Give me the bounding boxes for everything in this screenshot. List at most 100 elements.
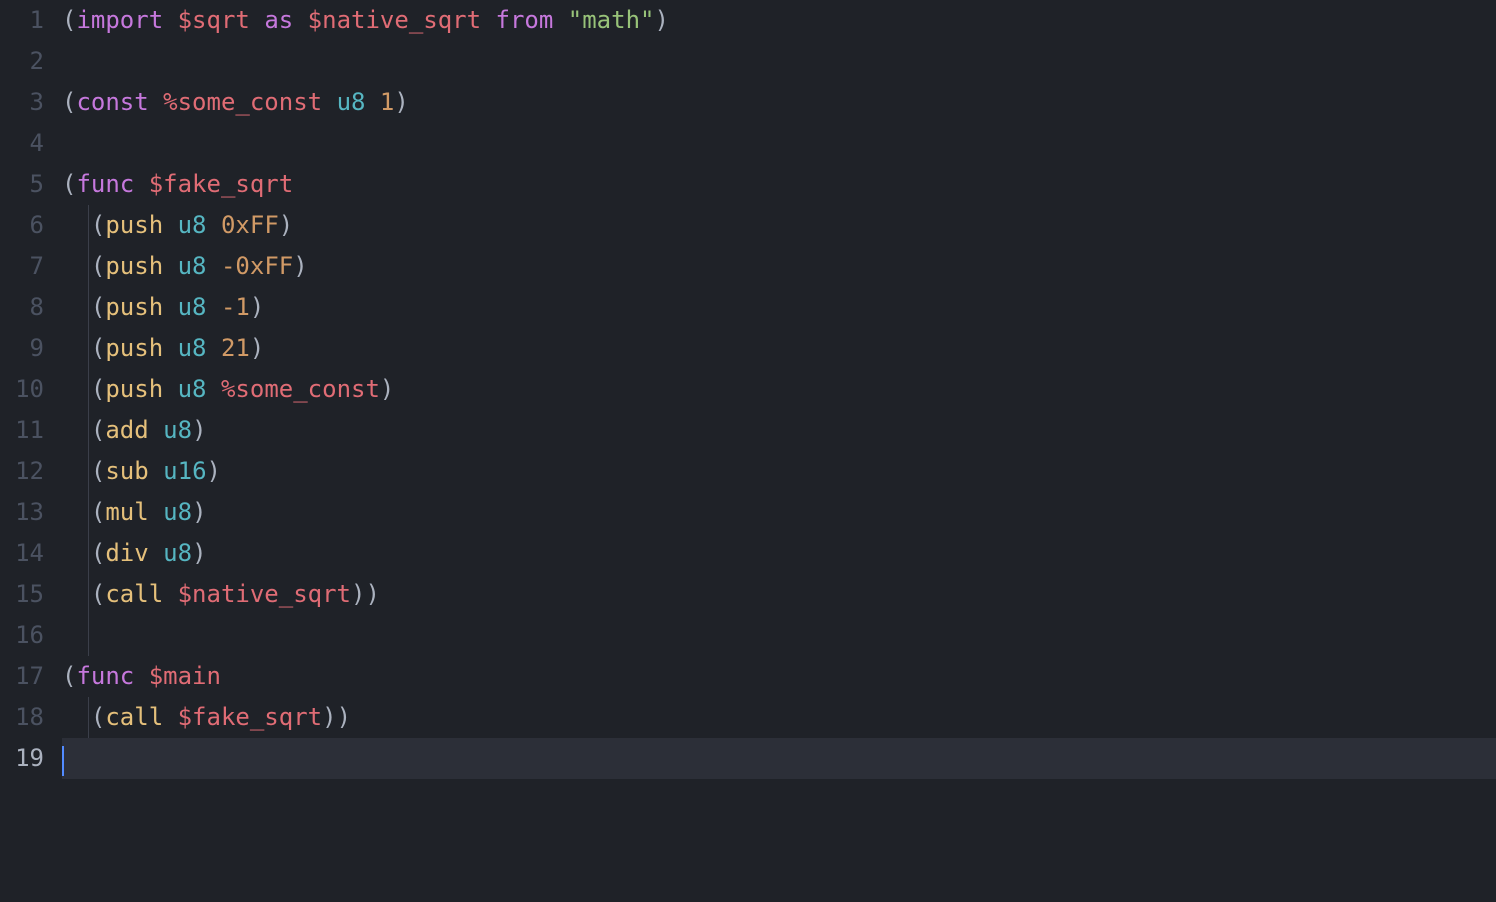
token	[163, 334, 177, 362]
line-number: 3	[0, 82, 44, 123]
indent-guide	[88, 615, 89, 656]
code-line[interactable]	[62, 738, 1496, 779]
token: (	[62, 6, 76, 34]
code-line[interactable]: (call $native_sqrt))	[62, 574, 1496, 615]
code-line[interactable]: (push u8 %some_const)	[62, 369, 1496, 410]
line-number: 12	[0, 451, 44, 492]
text-cursor	[62, 746, 64, 776]
token	[62, 498, 91, 526]
code-line[interactable]: (sub u16)	[62, 451, 1496, 492]
line-number: 13	[0, 492, 44, 533]
line-number-gutter: 12345678910111213141516171819	[0, 0, 62, 902]
token: (	[91, 703, 105, 731]
token: )	[192, 539, 206, 567]
indent-guide	[88, 574, 89, 615]
token	[149, 416, 163, 444]
token	[207, 252, 221, 280]
line-number: 18	[0, 697, 44, 738]
token: -1	[221, 293, 250, 321]
code-line[interactable]	[62, 41, 1496, 82]
code-line[interactable]: (push u8 21)	[62, 328, 1496, 369]
token: push	[105, 252, 163, 280]
indent-guide	[88, 328, 89, 369]
token	[62, 539, 91, 567]
token: u8	[178, 211, 207, 239]
indent-guide	[88, 246, 89, 287]
token: push	[105, 293, 163, 321]
token: )	[394, 88, 408, 116]
token: push	[105, 334, 163, 362]
code-line[interactable]: (mul u8)	[62, 492, 1496, 533]
code-line[interactable]	[62, 123, 1496, 164]
code-editor[interactable]: 12345678910111213141516171819 (import $s…	[0, 0, 1496, 902]
code-line[interactable]	[62, 615, 1496, 656]
indent-guide	[88, 205, 89, 246]
token	[149, 498, 163, 526]
token	[207, 334, 221, 362]
token: (	[91, 211, 105, 239]
token: )	[351, 580, 365, 608]
token	[365, 88, 379, 116]
code-line[interactable]: (func $main	[62, 656, 1496, 697]
code-line[interactable]: (push u8 -0xFF)	[62, 246, 1496, 287]
token	[207, 211, 221, 239]
token	[149, 457, 163, 485]
token: (	[91, 539, 105, 567]
token: )	[365, 580, 379, 608]
token: from	[496, 6, 554, 34]
token: u8	[163, 416, 192, 444]
token: $main	[149, 662, 221, 690]
line-number: 17	[0, 656, 44, 697]
token: const	[76, 88, 148, 116]
token: 0xFF	[221, 211, 279, 239]
token: )	[654, 6, 668, 34]
token	[163, 580, 177, 608]
token: "math"	[568, 6, 655, 34]
token	[163, 211, 177, 239]
token: u8	[178, 375, 207, 403]
code-line[interactable]: (call $fake_sqrt))	[62, 697, 1496, 738]
token	[62, 457, 91, 485]
line-number: 7	[0, 246, 44, 287]
token: (	[91, 252, 105, 280]
token: sub	[105, 457, 148, 485]
token	[62, 252, 91, 280]
token	[62, 211, 91, 239]
code-line[interactable]: (push u8 0xFF)	[62, 205, 1496, 246]
code-line[interactable]: (import $sqrt as $native_sqrt from "math…	[62, 0, 1496, 41]
code-line[interactable]: (const %some_const u8 1)	[62, 82, 1496, 123]
token: %some_const	[221, 375, 380, 403]
code-line[interactable]: (func $fake_sqrt	[62, 164, 1496, 205]
token: )	[192, 416, 206, 444]
token: (	[91, 334, 105, 362]
token	[163, 703, 177, 731]
token: (	[91, 293, 105, 321]
code-line[interactable]: (push u8 -1)	[62, 287, 1496, 328]
token: $fake_sqrt	[178, 703, 323, 731]
token	[553, 6, 567, 34]
token	[293, 6, 307, 34]
token	[250, 6, 264, 34]
line-number: 9	[0, 328, 44, 369]
token: (	[62, 88, 76, 116]
token	[207, 375, 221, 403]
indent-guide	[88, 287, 89, 328]
token: -0xFF	[221, 252, 293, 280]
token: u8	[337, 88, 366, 116]
token	[62, 416, 91, 444]
line-number: 8	[0, 287, 44, 328]
token	[207, 293, 221, 321]
token: (	[91, 375, 105, 403]
token	[149, 88, 163, 116]
token: (	[91, 498, 105, 526]
token: u8	[178, 293, 207, 321]
token: %some_const	[163, 88, 322, 116]
code-line[interactable]: (add u8)	[62, 410, 1496, 451]
line-number: 2	[0, 41, 44, 82]
token	[163, 293, 177, 321]
code-area[interactable]: (import $sqrt as $native_sqrt from "math…	[62, 0, 1496, 902]
token: func	[76, 662, 134, 690]
code-line[interactable]: (div u8)	[62, 533, 1496, 574]
token: as	[264, 6, 293, 34]
token	[163, 252, 177, 280]
